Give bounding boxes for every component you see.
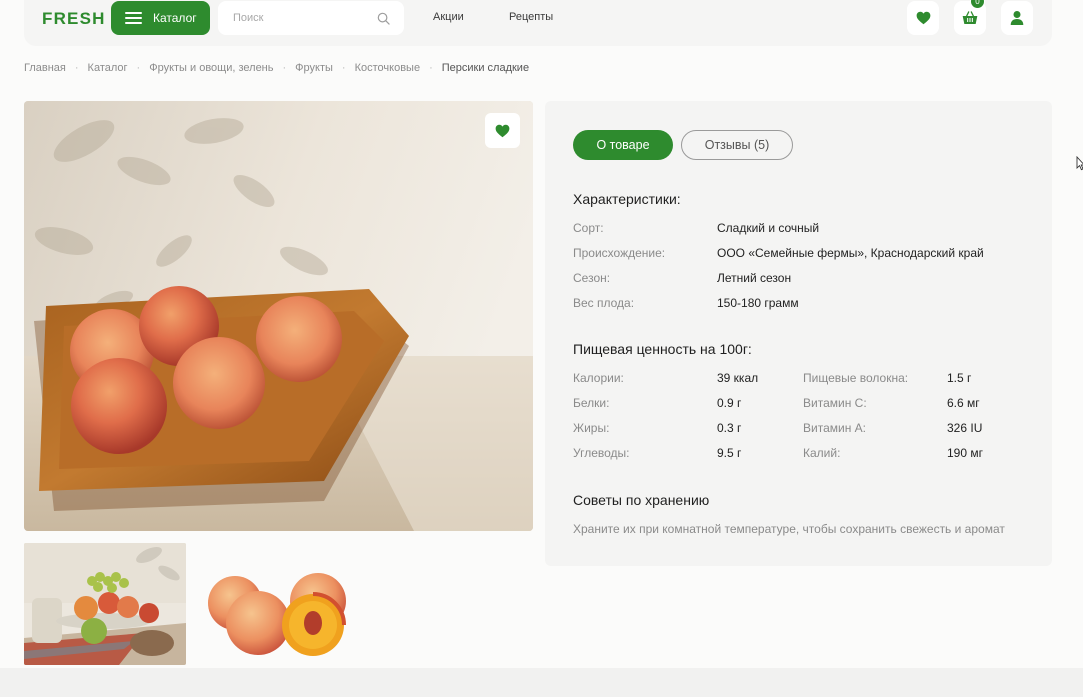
nutrition-label: Жиры:: [573, 421, 610, 435]
heart-icon: [495, 124, 510, 137]
breadcrumb-separator: ·: [282, 62, 287, 74]
product-thumbnail-2[interactable]: [200, 543, 350, 665]
nutrition-value: 190 мг: [947, 446, 983, 460]
characteristic-value: ООО «Семейные фермы», Краснодарский край: [717, 246, 984, 260]
nutrition-label: Углеводы:: [573, 446, 630, 460]
search-box: [218, 1, 404, 35]
site-header: FRESH Каталог Акции Рецепты 0: [24, 0, 1052, 46]
product-info-panel: О товаре Отзывы (5) Характеристики: Сорт…: [545, 101, 1052, 566]
characteristic-label: Сорт:: [573, 221, 604, 235]
nutrition-value: 0.9 г: [717, 396, 742, 410]
nutrition-value: 9.5 г: [717, 446, 742, 460]
nutrition-label: Калории:: [573, 371, 624, 385]
search-icon[interactable]: [377, 12, 390, 25]
profile-button[interactable]: [1001, 1, 1033, 35]
breadcrumb-fruits-vegetables[interactable]: Фрукты и овощи, зелень: [149, 62, 273, 74]
add-to-favorites-button[interactable]: [485, 113, 520, 148]
nutrition-label: Белки:: [573, 396, 610, 410]
breadcrumb-current: Персики сладкие: [441, 62, 530, 74]
heart-icon: [916, 11, 930, 25]
characteristic-value: Сладкий и сочный: [717, 221, 820, 235]
characteristics-heading: Характеристики:: [573, 191, 681, 207]
nutrition-value: 326 IU: [947, 421, 983, 435]
nutrition-label: Калий:: [803, 446, 841, 460]
cart-button[interactable]: 0: [954, 0, 986, 35]
storage-text: Храните их при комнатной температуре, чт…: [573, 522, 1005, 536]
nutrition-label: Витамин А:: [803, 421, 866, 435]
characteristic-label: Происхождение:: [573, 246, 666, 260]
characteristic-label: Вес плода:: [573, 296, 635, 310]
cart-count-badge: 0: [970, 0, 985, 9]
fruit-still-life-photo: [24, 543, 186, 665]
breadcrumb-home[interactable]: Главная: [24, 62, 66, 74]
breadcrumb-separator: ·: [136, 62, 141, 74]
breadcrumb-separator: ·: [341, 62, 346, 74]
nutrition-value: 39 ккал: [717, 371, 759, 385]
characteristic-value: Летний сезон: [717, 271, 792, 285]
nav-link-recipes[interactable]: Рецепты: [509, 11, 553, 23]
peach-halves-photo: [208, 573, 346, 656]
breadcrumb: Главная · Каталог · Фрукты и овощи, зеле…: [24, 62, 529, 74]
nav-link-promotions[interactable]: Акции: [433, 11, 464, 23]
product-main-image[interactable]: [24, 101, 533, 531]
basket-icon: [962, 11, 978, 24]
breadcrumb-stone-fruits[interactable]: Косточковые: [355, 62, 420, 74]
favorites-button[interactable]: [907, 1, 939, 35]
nutrition-heading: Пищевая ценность на 100г:: [573, 341, 752, 357]
characteristic-label: Сезон:: [573, 271, 611, 285]
menu-icon: [125, 12, 142, 24]
breadcrumb-fruits[interactable]: Фрукты: [295, 62, 333, 74]
storage-heading: Советы по хранению: [573, 492, 710, 508]
page-footer-band: [0, 668, 1083, 697]
tab-about-product[interactable]: О товаре: [573, 130, 673, 160]
breadcrumb-separator: ·: [74, 62, 79, 74]
tab-reviews[interactable]: Отзывы (5): [681, 130, 793, 160]
nutrition-value: 1.5 г: [947, 371, 972, 385]
nutrition-value: 6.6 мг: [947, 396, 980, 410]
catalog-button-label: Каталог: [153, 11, 197, 25]
catalog-button[interactable]: Каталог: [111, 1, 210, 35]
nutrition-label: Витамин С:: [803, 396, 867, 410]
nutrition-label: Пищевые волокна:: [803, 371, 909, 385]
nutrition-value: 0.3 г: [717, 421, 742, 435]
user-icon: [1010, 11, 1024, 25]
mouse-cursor-icon: [1076, 156, 1083, 171]
breadcrumb-catalog[interactable]: Каталог: [88, 62, 128, 74]
breadcrumb-separator: ·: [429, 62, 433, 74]
product-thumbnail-1[interactable]: [24, 543, 186, 665]
peaches-on-tray-photo: [24, 101, 533, 531]
logo[interactable]: FRESH: [42, 9, 106, 29]
search-input[interactable]: [233, 10, 373, 26]
characteristic-value: 150-180 грамм: [717, 296, 799, 310]
